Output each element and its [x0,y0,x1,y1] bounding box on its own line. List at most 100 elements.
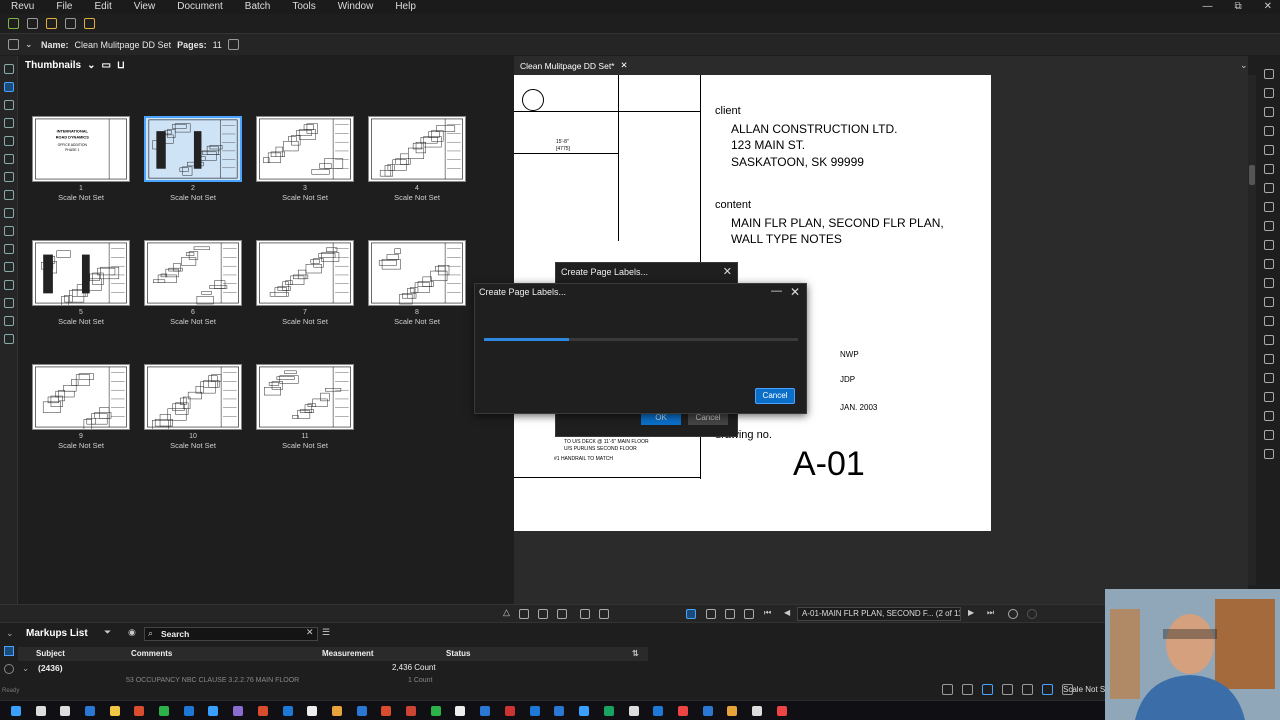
text-select-icon[interactable] [725,609,735,619]
tool-chest-icon[interactable] [3,136,14,146]
note-tool-icon[interactable] [1264,164,1274,174]
app-icon[interactable] [678,706,688,716]
columns-menu-icon[interactable]: ☰ [322,627,330,638]
polyline-tool-icon[interactable] [1264,297,1274,307]
next-page-icon[interactable]: ▶ [968,608,978,618]
file-access-icon[interactable] [3,64,14,74]
thumbnail-size-icon[interactable]: ▭ [102,60,111,71]
edge-icon[interactable] [85,706,95,716]
document-icon[interactable] [8,39,19,50]
markups-search-input[interactable]: Search [144,627,318,641]
attach-icon[interactable] [27,18,38,29]
thumbnail-filter-icon[interactable]: ⊔ [117,60,125,71]
column-comments[interactable]: Comments [131,649,172,658]
menu-item-tools[interactable]: Tools [281,0,326,14]
page-thumbnail[interactable] [32,364,130,430]
table-row[interactable]: ⌄ (2436) 2,436 Count [18,663,648,675]
menu-item-revu[interactable]: Revu [0,0,45,14]
photoshop-icon[interactable] [530,706,540,716]
reuse-icon[interactable] [1022,684,1033,695]
app-icon[interactable] [703,706,713,716]
thumbnails-icon[interactable] [3,82,14,92]
firefox-icon[interactable] [258,706,268,716]
measure-icon[interactable] [3,208,14,218]
app-icon[interactable] [604,706,614,716]
tool-tool-icon[interactable] [1264,449,1274,459]
grid-icon[interactable] [942,684,953,695]
app-icon[interactable] [777,706,787,716]
folder-icon[interactable] [84,18,95,29]
callout-tool-icon[interactable] [1264,145,1274,155]
select-icon[interactable] [706,609,716,619]
markups-settings-icon[interactable] [4,664,14,674]
bookmarks-icon[interactable] [3,100,14,110]
links-icon[interactable] [3,262,14,272]
filter-icon[interactable]: ⏷ [104,627,111,638]
windows-start-icon[interactable] [11,706,21,716]
content-snap-icon[interactable] [982,684,993,695]
signatures-icon[interactable] [3,172,14,182]
table-row[interactable]: 53 OCCUPANCY NBC CLAUSE 3.2.2.76 MAIN FL… [18,677,648,687]
acrobat-icon[interactable] [381,706,391,716]
stamp-tool-icon[interactable] [1264,183,1274,193]
page-thumbnail[interactable] [368,240,466,306]
text-tool-icon[interactable] [1264,126,1274,136]
column-measurement[interactable]: Measurement [322,649,374,658]
cancel-button[interactable]: Cancel [755,388,795,404]
excel-icon[interactable] [455,706,465,716]
chevron-down-icon[interactable]: ⌄ [22,663,29,674]
document-tab[interactable]: Clean Mulitpage DD Set* ✕ [514,58,634,73]
page-setup-icon[interactable] [227,39,239,50]
sets-icon[interactable] [3,226,14,236]
notepad-icon[interactable] [431,706,441,716]
chevron-down-icon[interactable]: ⌄ [87,60,95,71]
lock-icon[interactable] [46,18,57,29]
app-icon[interactable] [727,706,737,716]
app-icon[interactable] [505,706,515,716]
close-window-button[interactable]: ✕ [1264,0,1272,14]
revu-icon[interactable] [184,706,194,716]
column-subject[interactable]: Subject [36,649,65,658]
zoom-icon[interactable] [744,609,754,619]
markups-list-icon[interactable] [4,646,14,656]
menu-item-view[interactable]: View [123,0,167,14]
compare-icon[interactable] [599,609,609,619]
settings-icon[interactable] [3,190,14,200]
sync-icon[interactable] [580,609,590,619]
image-tool-icon[interactable] [1264,202,1274,212]
pen-icon[interactable] [8,18,19,29]
single-page-icon[interactable] [519,609,529,619]
word-icon[interactable] [307,706,317,716]
page-thumbnail[interactable] [256,364,354,430]
search-icon[interactable] [3,298,14,308]
scale-status[interactable]: Scale Not S [1063,685,1105,694]
close-icon[interactable]: ✕ [723,265,732,278]
outlook-icon[interactable] [283,706,293,716]
print-icon[interactable] [3,280,14,290]
app-icon[interactable] [554,706,564,716]
visual-studio-icon[interactable] [233,706,243,716]
chevron-down-icon[interactable]: ⌄ [25,39,35,50]
page-thumbnail[interactable] [256,240,354,306]
minimize-icon[interactable]: — [771,285,782,297]
app-icon[interactable] [752,706,762,716]
menu-item-document[interactable]: Document [166,0,234,14]
menu-item-edit[interactable]: Edit [83,0,122,14]
page-thumbnail[interactable] [144,240,242,306]
split-vertical-icon[interactable] [538,609,548,619]
page-thumbnail[interactable] [368,116,466,182]
page-thumbnail[interactable] [32,240,130,306]
menu-item-help[interactable]: Help [384,0,427,14]
forms-icon[interactable] [3,334,14,344]
visibility-icon[interactable]: ◉ [128,627,136,638]
restore-window-button[interactable]: ⧉ [1234,0,1241,14]
menu-item-file[interactable]: File [45,0,83,14]
tool-icon[interactable] [65,18,76,29]
ellipse-tool-icon[interactable] [1264,354,1274,364]
collapse-arrow-icon[interactable]: ⌄ [6,628,14,639]
menu-item-batch[interactable]: Batch [234,0,282,14]
area-tool-icon[interactable] [1264,221,1274,231]
eraser-tool-icon[interactable] [1264,107,1274,117]
shape-tool-icon[interactable] [1264,240,1274,250]
measure-tool-icon[interactable] [1264,411,1274,421]
